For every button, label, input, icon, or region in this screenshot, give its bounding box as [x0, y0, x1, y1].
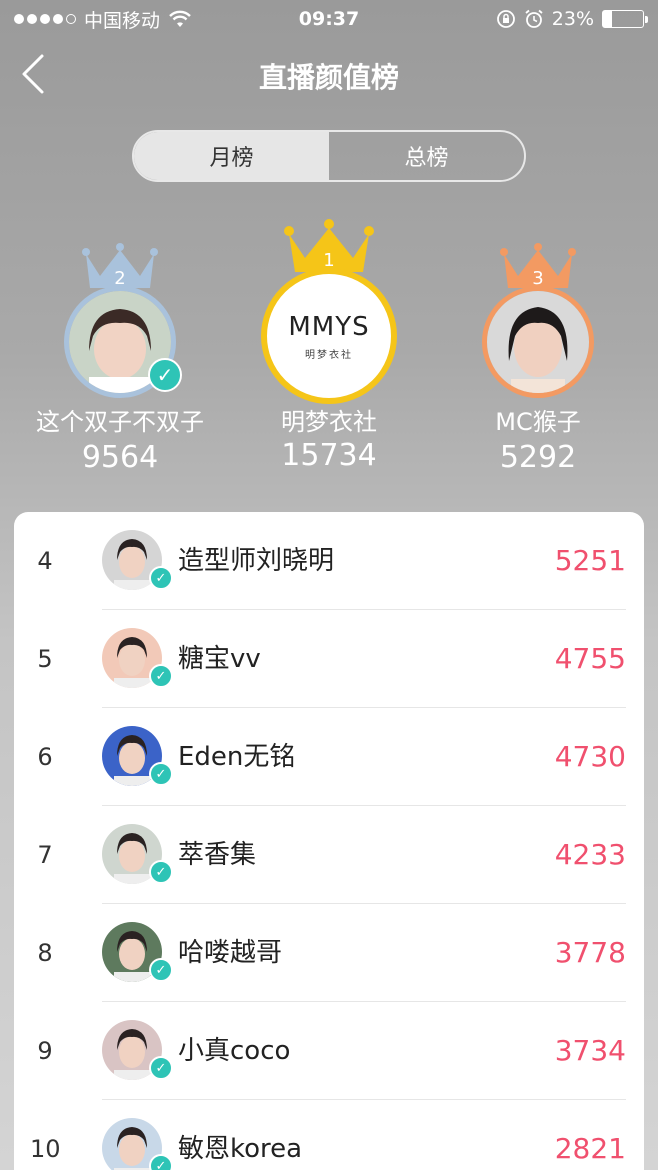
battery-text: 23%	[551, 8, 594, 30]
podium-second[interactable]: 2 ✓ 这个双子不双子 9564	[0, 230, 240, 480]
brand-logo: MMYS 明梦衣社	[267, 312, 391, 361]
ranking-list: 4 ✓ 造型师刘晓明 5251 5 ✓ 糖宝vv 4755 6 ✓ Eden无铭 4730 7 ✓ 萃香集 4…	[14, 512, 644, 1170]
verified-badge-icon: ✓	[149, 958, 173, 982]
list-item[interactable]: 5 ✓ 糖宝vv 4755	[14, 610, 644, 708]
user-score: 4730	[554, 740, 626, 773]
user-name: Eden无铭	[178, 742, 296, 772]
rank-number: 5	[37, 645, 53, 673]
rank-number: 7	[37, 841, 53, 869]
user-score: 3734	[554, 1034, 626, 1067]
avatar[interactable]	[482, 286, 594, 398]
status-right: 23%	[496, 8, 648, 30]
crown-bronze-icon: 3	[500, 243, 576, 289]
crown-silver-icon: 2	[82, 243, 158, 289]
verified-badge-icon: ✓	[149, 1056, 173, 1080]
user-name: 糖宝vv	[178, 644, 261, 674]
verified-badge-icon: ✓	[149, 860, 173, 884]
user-name: 小真coco	[178, 1036, 291, 1066]
battery-level	[603, 11, 613, 27]
user-score: 4233	[554, 838, 626, 871]
rank-number: 4	[37, 547, 53, 575]
tab-monthly[interactable]: 月榜	[134, 132, 329, 180]
verified-badge-icon: ✓	[149, 1154, 173, 1170]
verified-badge-icon: ✓	[148, 358, 182, 392]
verified-badge-icon: ✓	[149, 664, 173, 688]
user-name: 萃香集	[178, 840, 257, 870]
user-score: 3778	[554, 936, 626, 969]
rank-number: 6	[37, 743, 53, 771]
list-item[interactable]: 8 ✓ 哈喽越哥 3778	[14, 904, 644, 1002]
avatar[interactable]: MMYS 明梦衣社	[261, 268, 397, 404]
user-score: 5251	[554, 544, 626, 577]
list-item[interactable]: 10 ✓ 敏恩korea 2821	[14, 1100, 644, 1170]
podium-third[interactable]: 3 MC猴子 5292	[418, 230, 658, 480]
logo-sub: 明梦衣社	[305, 350, 353, 361]
rotation-lock-icon	[496, 10, 515, 28]
page-title: 直播颜值榜	[258, 61, 399, 94]
list-item[interactable]: 6 ✓ Eden无铭 4730	[14, 708, 644, 806]
alarm-icon	[525, 9, 543, 28]
rank-number: 10	[30, 1135, 61, 1163]
list-item[interactable]: 9 ✓ 小真coco 3734	[14, 1002, 644, 1100]
ranking-period-tabs: 月榜 总榜	[132, 130, 526, 182]
battery-icon	[602, 10, 648, 28]
podium-score: 5292	[499, 440, 577, 475]
user-score: 2821	[554, 1132, 626, 1165]
user-score: 4755	[554, 642, 626, 675]
podium-score: 9564	[81, 440, 159, 475]
podium-score: 15734	[281, 438, 377, 473]
tab-overall[interactable]: 总榜	[329, 132, 524, 180]
wifi-icon	[169, 10, 191, 27]
list-item[interactable]: 7 ✓ 萃香集 4233	[14, 806, 644, 904]
avatar-photo	[487, 291, 589, 393]
crown-gold-icon: 1	[284, 219, 374, 272]
podium-name: MC猴子	[495, 408, 581, 436]
nav-bar: 直播颜值榜	[0, 44, 658, 104]
user-name: 敏恩korea	[178, 1134, 303, 1164]
status-left: 中国移动	[14, 6, 192, 33]
rank-number: 8	[37, 939, 53, 967]
carrier-label: 中国移动	[84, 9, 161, 32]
list-item[interactable]: 4 ✓ 造型师刘晓明 5251	[14, 512, 644, 610]
user-name: 造型师刘晓明	[178, 546, 335, 576]
verified-badge-icon: ✓	[149, 566, 173, 590]
logo-main: MMYS	[288, 312, 370, 342]
user-name: 哈喽越哥	[178, 938, 283, 968]
status-bar: 中国移动 09:37 23%	[0, 0, 658, 38]
rank-number: 9	[37, 1037, 53, 1065]
signal-icon	[14, 14, 76, 24]
verified-badge-icon: ✓	[149, 762, 173, 786]
